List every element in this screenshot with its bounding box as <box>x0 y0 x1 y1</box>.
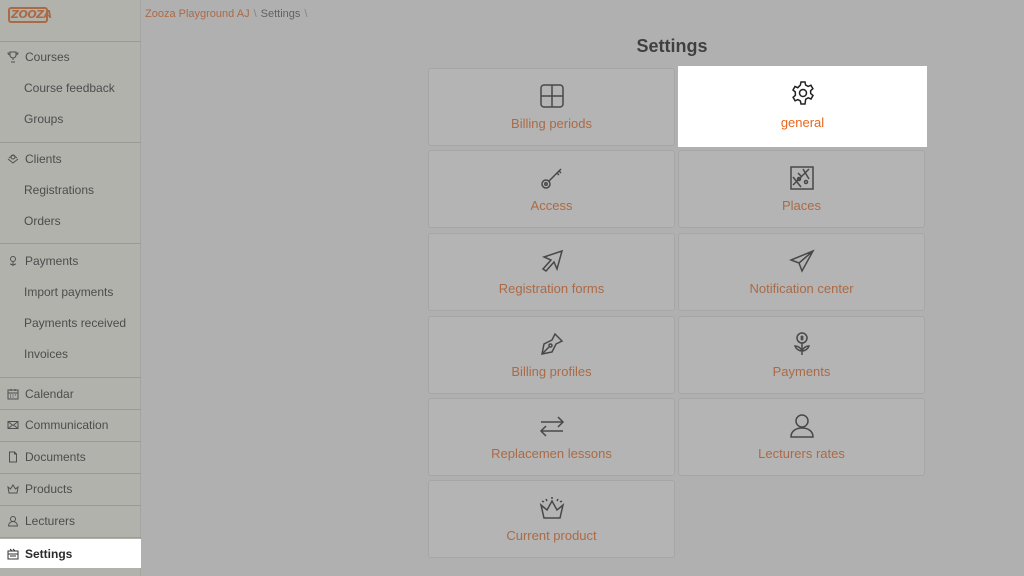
settings-card-billing-profiles[interactable]: Billing profiles <box>428 316 675 394</box>
grid-icon <box>539 83 565 109</box>
sidebar-item-import-payments[interactable]: Import payments <box>0 278 141 306</box>
breadcrumb-current: Settings <box>260 8 301 20</box>
cursor-arrow-icon <box>539 248 565 274</box>
sidebar-item-label: Payments <box>25 254 79 268</box>
breadcrumb-separator: \ <box>253 8 257 20</box>
divider <box>0 243 141 244</box>
pen-nib-icon <box>539 331 565 357</box>
sidebar-item-calendar[interactable]: Calendar <box>0 380 141 408</box>
sidebar-item-label: Calendar <box>25 387 74 401</box>
sidebar-item-orders[interactable]: Orders <box>0 207 141 235</box>
page-title: Settings <box>636 36 708 56</box>
sidebar-item-communication[interactable]: Communication <box>0 411 141 439</box>
settings-card-lecturers-rates[interactable]: Lecturers rates <box>678 398 925 476</box>
sidebar-item-payments-received[interactable]: Payments received <box>0 309 141 337</box>
sidebar-item-settings[interactable]: Settings <box>0 539 141 568</box>
card-label: Places <box>781 198 822 213</box>
card-label: Replacemen lessons <box>491 446 612 461</box>
money-plant-icon <box>789 331 815 357</box>
money-icon <box>6 254 20 268</box>
settings-card-notification-center[interactable]: Notification center <box>678 233 925 311</box>
settings-card-replacement-lessons[interactable]: Replacemen lessons <box>428 398 675 476</box>
sidebar-item-label: Orders <box>24 214 61 228</box>
zooza-logo[interactable]: ZOOZA <box>8 7 52 23</box>
settings-card-access[interactable]: Access <box>428 150 675 228</box>
sidebar-item-label: Import payments <box>24 285 114 299</box>
sidebar-item-label: Clients <box>25 152 62 166</box>
sidebar-item-payments[interactable]: Payments <box>0 247 141 275</box>
sidebar-item-label: Products <box>25 482 73 496</box>
breadcrumb-separator: \ <box>304 8 308 20</box>
settings-card-current-product[interactable]: Current product <box>428 480 675 558</box>
calendar-icon <box>6 387 20 401</box>
user-icon <box>6 514 20 528</box>
sidebar-item-course-feedback[interactable]: Course feedback <box>0 74 141 102</box>
breadcrumb: Zooza Playground AJ \ Settings \ <box>145 8 307 20</box>
sidebar-item-label: Registrations <box>24 183 95 197</box>
sidebar-item-label: Groups <box>24 112 64 126</box>
card-label: Lecturers rates <box>758 446 845 461</box>
card-label: Billing periods <box>511 116 592 131</box>
divider <box>0 505 141 506</box>
sidebar-item-invoices[interactable]: Invoices <box>0 340 141 368</box>
sidebar-item-groups[interactable]: Groups <box>0 105 141 133</box>
document-icon <box>6 450 20 464</box>
sidebar-item-clients[interactable]: Clients <box>0 145 141 173</box>
divider <box>0 473 141 474</box>
crown-icon <box>6 482 20 496</box>
sidebar-item-label: Documents <box>25 450 86 464</box>
logo-text: ZOOZA <box>11 8 52 21</box>
users-icon <box>6 152 20 166</box>
sidebar-item-registrations[interactable]: Registrations <box>0 176 141 204</box>
sidebar-item-label: Communication <box>25 418 109 432</box>
breadcrumb-link-root[interactable]: Zooza Playground AJ <box>145 8 250 20</box>
card-label: Payments <box>772 364 831 379</box>
card-label: Current product <box>506 528 597 543</box>
sidebar-item-lecturers[interactable]: Lecturers <box>0 507 141 535</box>
divider <box>0 142 141 143</box>
person-icon <box>789 413 815 439</box>
swap-arrows-icon <box>539 413 565 439</box>
divider <box>0 409 141 410</box>
settings-card-billing-periods[interactable]: Billing periods <box>428 68 675 146</box>
card-label: Notification center <box>749 281 854 296</box>
card-label: general <box>780 115 825 130</box>
sidebar-item-documents[interactable]: Documents <box>0 443 141 471</box>
card-label: Billing profiles <box>511 364 592 379</box>
card-label: Registration forms <box>498 281 605 296</box>
sidebar-item-label: Lecturers <box>25 514 76 528</box>
gear-icon <box>790 80 816 106</box>
sidebar-item-label: Invoices <box>24 347 69 361</box>
card-label: Access <box>530 198 573 213</box>
settings-card-places[interactable]: Places <box>678 150 925 228</box>
sidebar: ZOOZA Courses Course feedback Groups Cli… <box>0 0 141 576</box>
settings-icon <box>6 547 20 561</box>
divider <box>0 441 141 442</box>
paper-plane-icon <box>788 248 815 274</box>
divider <box>0 537 141 538</box>
divider <box>0 377 141 378</box>
settings-card-general[interactable]: general <box>678 66 927 147</box>
sidebar-item-products[interactable]: Products <box>0 475 141 503</box>
key-icon <box>539 165 565 191</box>
sidebar-item-label: Settings <box>25 546 73 561</box>
settings-card-payments[interactable]: Payments <box>678 316 925 394</box>
sidebar-item-label: Course feedback <box>24 81 115 95</box>
envelope-icon <box>6 418 20 432</box>
map-icon <box>789 165 815 191</box>
settings-card-registration-forms[interactable]: Registration forms <box>428 233 675 311</box>
crown-icon <box>539 495 565 521</box>
sidebar-item-label: Payments received <box>24 316 127 330</box>
